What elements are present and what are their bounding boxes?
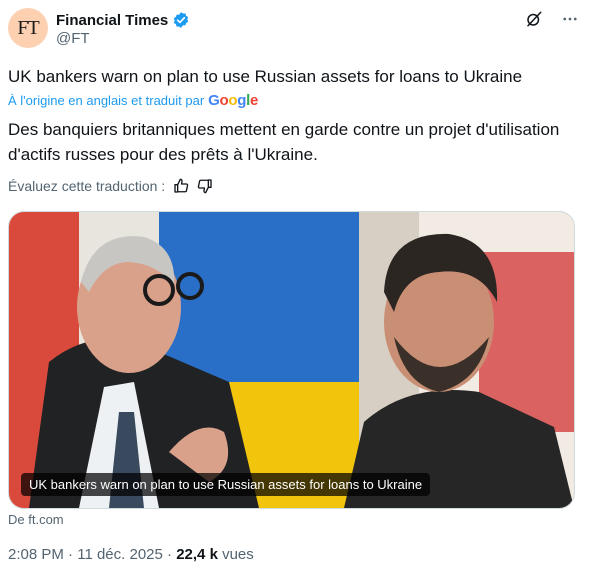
tweet-date[interactable]: 11 déc. 2025 [77,546,163,563]
tweet-time[interactable]: 2:08 PM [8,546,64,563]
more-icon[interactable] [559,8,581,30]
display-name[interactable]: Financial Times [56,12,168,29]
handle[interactable]: @FT [56,30,90,47]
tweet-translated-text: Des banquiers britanniques mettent en ga… [8,120,560,164]
name-row: Financial Times [56,11,190,29]
thumbs-up-icon[interactable] [173,178,189,194]
separator: · [167,546,173,563]
link-card-caption: UK bankers warn on plan to use Russian a… [21,473,431,496]
tweet-original-text: UK bankers warn on plan to use Russian a… [8,67,523,86]
rate-translation: Évaluez cette traduction : [8,178,213,194]
separator: · [68,546,74,563]
news-photo [9,212,574,508]
translation-attribution[interactable]: À l'origine en anglais et traduit par Go… [8,92,258,109]
thumbs-down-icon[interactable] [197,178,213,194]
tweet-header: FT Financial Times @FT [8,8,581,50]
avatar[interactable]: FT [8,8,48,48]
google-logo: Google [208,92,259,109]
translation-attribution-label: À l'origine en anglais et traduit par [8,93,205,108]
rate-translation-label: Évaluez cette traduction : [8,178,166,194]
views-count: 22,4 k [176,546,218,563]
top-actions [523,8,581,30]
grok-icon[interactable] [523,8,545,30]
tweet-meta: 2:08 PM · 11 déc. 2025 · 22,4 k vues [8,546,254,563]
link-card-image[interactable]: UK bankers warn on plan to use Russian a… [8,211,575,509]
views-label: vues [222,546,254,563]
link-source[interactable]: De ft.com [8,512,64,527]
verified-badge-icon [174,12,189,28]
